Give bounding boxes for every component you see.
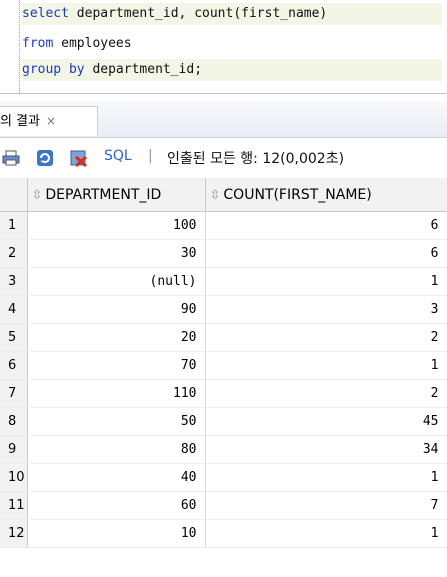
- table-row[interactable]: 6 70 1: [0, 351, 447, 380]
- tab-query-result[interactable]: 질의 결과 ×: [0, 106, 98, 136]
- table-row[interactable]: 9 80 34: [0, 435, 447, 464]
- editor-gutter-divider: [19, 0, 20, 93]
- fetch-status: 인출된 모든 행: 12(0,002초): [167, 151, 345, 167]
- count-cell[interactable]: 3: [205, 295, 447, 324]
- refresh-icon[interactable]: [36, 149, 54, 167]
- table-row[interactable]: 10 40 1: [0, 463, 447, 492]
- row-number: 7: [0, 379, 28, 408]
- department-id-cell[interactable]: 90: [27, 295, 206, 324]
- column-header-count[interactable]: ⇳ COUNT(FIRST_NAME): [205, 178, 447, 212]
- results-grid: ⇳ DEPARTMENT_ID ⇳ COUNT(FIRST_NAME) 1 100 6 2…: [0, 178, 447, 548]
- count-cell[interactable]: 34: [205, 435, 447, 464]
- sql-editor[interactable]: select department_id, count(first_name) …: [0, 0, 447, 94]
- tab-label: 질의 결과: [0, 114, 40, 129]
- row-number-header: [0, 178, 28, 212]
- row-number: 4: [0, 295, 28, 324]
- toolbar-separator: |: [148, 148, 153, 164]
- table-row[interactable]: 1 100 6: [0, 211, 447, 240]
- editor-gutter: [0, 0, 19, 93]
- department-id-cell[interactable]: (null): [27, 267, 206, 296]
- table-row[interactable]: 7 110 2: [0, 379, 447, 408]
- table-row[interactable]: 3 (null) 1: [0, 267, 447, 296]
- column-header-department-id[interactable]: ⇳ DEPARTMENT_ID: [27, 178, 206, 212]
- department-id-cell[interactable]: 110: [27, 379, 206, 408]
- grid-header-row: ⇳ DEPARTMENT_ID ⇳ COUNT(FIRST_NAME): [0, 178, 447, 212]
- row-number: 8: [0, 407, 28, 436]
- row-number: 9: [0, 435, 28, 464]
- results-toolbar: SQL | 인출된 모든 행: 12(0,002초): [0, 138, 447, 179]
- table-row[interactable]: 8 50 45: [0, 407, 447, 436]
- count-cell[interactable]: 45: [205, 407, 447, 436]
- department-id-cell[interactable]: 50: [27, 407, 206, 436]
- results-tabbar: 질의 결과 ×: [0, 101, 447, 138]
- cancel-query-icon[interactable]: [70, 149, 88, 168]
- sort-icon[interactable]: ⇳: [210, 188, 221, 203]
- count-cell[interactable]: 1: [205, 463, 447, 492]
- row-number: 1: [0, 211, 28, 240]
- department-id-cell[interactable]: 80: [27, 435, 206, 464]
- department-id-cell[interactable]: 30: [27, 239, 206, 268]
- department-id-cell[interactable]: 60: [27, 491, 206, 520]
- department-id-cell[interactable]: 100: [27, 211, 206, 240]
- count-cell[interactable]: 1: [205, 519, 447, 548]
- row-number: 10: [0, 463, 28, 492]
- code-line-2[interactable]: from employees: [22, 33, 442, 55]
- sort-icon[interactable]: ⇳: [32, 188, 43, 203]
- count-cell[interactable]: 1: [205, 351, 447, 380]
- count-cell[interactable]: 7: [205, 491, 447, 520]
- table-row[interactable]: 5 20 2: [0, 323, 447, 352]
- row-number: 3: [0, 267, 28, 296]
- count-cell[interactable]: 6: [205, 239, 447, 268]
- count-cell[interactable]: 2: [205, 379, 447, 408]
- count-cell[interactable]: 2: [205, 323, 447, 352]
- close-icon[interactable]: ×: [46, 114, 56, 128]
- row-number: 5: [0, 323, 28, 352]
- row-number: 2: [0, 239, 28, 268]
- print-icon[interactable]: [2, 149, 20, 167]
- table-row[interactable]: 4 90 3: [0, 295, 447, 324]
- row-number: 6: [0, 351, 28, 380]
- sql-button[interactable]: SQL: [104, 148, 132, 164]
- count-cell[interactable]: 1: [205, 267, 447, 296]
- table-row[interactable]: 2 30 6: [0, 239, 447, 268]
- row-number: 11: [0, 491, 28, 520]
- table-row[interactable]: 12 10 1: [0, 519, 447, 548]
- department-id-cell[interactable]: 20: [27, 323, 206, 352]
- code-line-3[interactable]: group by department_id;: [22, 59, 442, 81]
- table-row[interactable]: 11 60 7: [0, 491, 447, 520]
- row-number: 12: [0, 519, 28, 548]
- code-line-1[interactable]: select department_id, count(first_name): [22, 3, 442, 25]
- department-id-cell[interactable]: 70: [27, 351, 206, 380]
- department-id-cell[interactable]: 10: [27, 519, 206, 548]
- department-id-cell[interactable]: 40: [27, 463, 206, 492]
- count-cell[interactable]: 6: [205, 211, 447, 240]
